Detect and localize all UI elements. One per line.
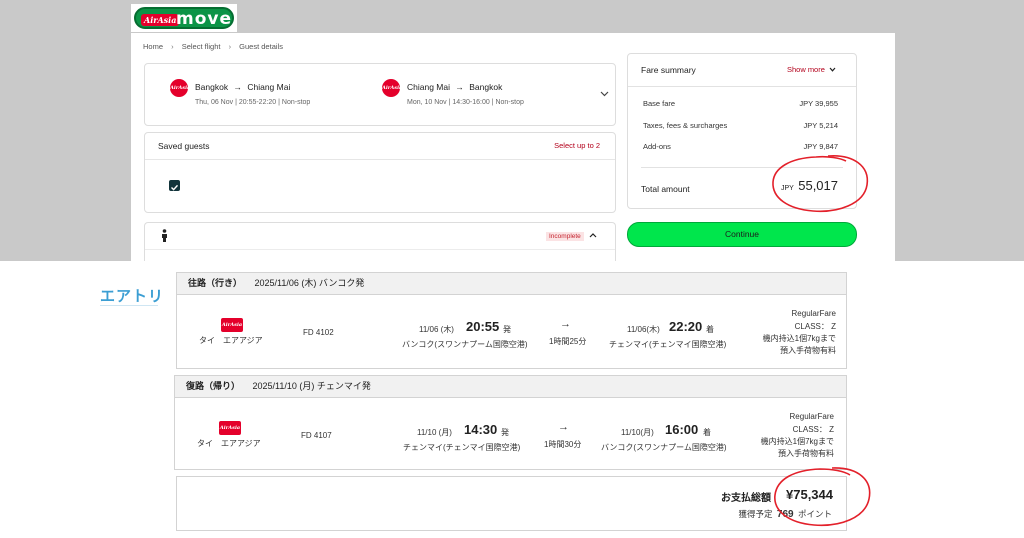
airline-name: タイ エアアジア (199, 336, 263, 345)
airasia-move-screenshot: AirAsia move Home › Select flight › Gues… (0, 0, 1024, 261)
carry-on-allowance: 機内持込1個7kgまで (762, 334, 836, 343)
airasia-logo-icon: AirAsia (221, 318, 243, 332)
outbound-details: Thu, 06 Nov | 20:55-22:20 | Non-stop (195, 99, 311, 106)
divider (628, 86, 856, 87)
carry-on-allowance: 機内持込1個7kgまで (760, 437, 834, 446)
arrival-airport: バンコク(スワンナプーム国際空港) (601, 443, 727, 452)
checkmark-icon (171, 184, 179, 191)
flight-number: FD 4107 (301, 431, 332, 440)
divider (145, 249, 615, 250)
base-fare-value: JPY 39,955 (799, 99, 838, 108)
arrival-time: 16:00 (665, 422, 699, 437)
chevron-right-icon: › (171, 42, 174, 51)
red-annotation-circle (772, 155, 869, 213)
show-more-label: Show more (786, 65, 825, 74)
saved-guests-card: Saved guests Select up to 2 (144, 132, 616, 213)
arrow-right-icon: → (560, 318, 571, 330)
airasia-logo-badge: AirAsia (141, 14, 180, 26)
flight-duration: 1時間30分 (544, 440, 582, 449)
breadcrumb-select-flight[interactable]: Select flight (182, 42, 221, 51)
airline-name: タイ エアアジア (197, 439, 261, 448)
departure-suffix: 発 (501, 428, 509, 437)
move-wordmark: move (176, 9, 233, 29)
base-fare-label: Base fare (643, 99, 676, 108)
departure-date: 11/10 (月) (417, 428, 452, 437)
continue-button[interactable]: Continue (627, 222, 857, 247)
logo-underline (100, 305, 158, 306)
total-amount-label: Total amount (641, 184, 690, 194)
arrival-suffix: 着 (706, 325, 714, 334)
outbound-header: 往路（行き） 2025/11/06 (木) バンコク発 (176, 272, 847, 295)
flight-duration: 1時間25分 (549, 337, 587, 346)
fare-class: CLASS： Z (792, 425, 834, 434)
fare-summary-title: Fare summary (641, 65, 696, 75)
airtrip-logo[interactable]: エアトリ (100, 285, 164, 306)
fare-type: RegularFare (791, 309, 836, 318)
logo-pill: AirAsia move (134, 7, 234, 29)
breadcrumb-home[interactable]: Home (143, 42, 163, 51)
fare-class: CLASS： Z (794, 322, 836, 331)
airasia-logo-icon: AirAsia (219, 421, 241, 435)
red-annotation-circle (774, 467, 871, 527)
breadcrumb: Home › Select flight › Guest details (143, 42, 289, 51)
guest-checkbox[interactable] (169, 180, 180, 191)
outbound-header-date: 2025/11/06 (木) バンコク発 (254, 278, 365, 288)
show-more-link[interactable]: Show more (787, 65, 836, 74)
chevron-down-icon[interactable] (600, 91, 609, 97)
add-ons-value: JPY 9,847 (803, 142, 838, 151)
taxes-label: Taxes, fees & surcharges (643, 121, 728, 130)
departure-airport: バンコク(スワンナプーム国際空港) (402, 340, 528, 349)
incomplete-badge: Incomplete (546, 232, 584, 241)
return-origin: Chiang Mai (407, 82, 450, 92)
payment-total-box: お支払総額 ¥75,344 獲得予定 769 ポイント (176, 476, 847, 531)
person-icon (162, 229, 167, 242)
return-route: Chiang Mai → Bangkok (407, 82, 502, 92)
arrival-date: 11/06(木) (627, 325, 660, 334)
departure-time: 14:30 (464, 422, 498, 437)
return-header: 復路（帰り） 2025/11/10 (月) チェンマイ発 (174, 375, 847, 398)
return-direction: 復路（帰り） (186, 381, 241, 391)
flight-number: FD 4102 (303, 328, 334, 337)
outbound-direction: 往路（行き） (188, 278, 243, 288)
outbound-flight-row: AirAsia タイ エアアジア FD 4102 11/06 (木) 20:55… (176, 295, 847, 369)
arrow-right-icon: → (455, 82, 464, 92)
divider (145, 159, 615, 160)
departure-airport: チェンマイ(チェンマイ国際空港) (403, 443, 521, 452)
departure-date: 11/06 (木) (419, 325, 454, 334)
saved-guests-title: Saved guests (158, 141, 210, 151)
arrow-right-icon: → (233, 82, 242, 92)
flight-summary-card[interactable]: AirAsia Bangkok → Chiang Mai Thu, 06 Nov… (144, 63, 616, 126)
departure-suffix: 発 (503, 325, 511, 334)
arrival-time: 22:20 (669, 319, 703, 334)
airasia-logo-icon: AirAsia (170, 79, 190, 97)
return-flight-row: AirAsia タイ エアアジア FD 4107 11/10 (月) 14:30… (174, 398, 847, 470)
outbound-origin: Bangkok (195, 82, 229, 92)
return-destination: Bangkok (469, 82, 503, 92)
return-details: Mon, 10 Nov | 14:30-16:00 | Non-stop (407, 99, 524, 106)
chevron-down-icon (829, 67, 836, 72)
checked-baggage: 預入手荷物有料 (778, 449, 834, 458)
breadcrumb-guest-details: Guest details (239, 42, 283, 51)
taxes-value: JPY 5,214 (803, 121, 838, 130)
chevron-right-icon: › (228, 42, 232, 51)
arrow-right-icon: → (558, 421, 569, 433)
guest-details-card[interactable]: Incomplete (144, 222, 616, 261)
arrival-date: 11/10(月) (621, 428, 654, 437)
arrival-airport: チェンマイ(チェンマイ国際空港) (609, 340, 727, 349)
points-prefix: 獲得予定 (738, 509, 773, 519)
return-header-date: 2025/11/10 (月) チェンマイ発 (252, 381, 371, 391)
select-up-to-label: Select up to 2 (554, 141, 600, 150)
checked-baggage: 預入手荷物有料 (780, 346, 836, 355)
outbound-route: Bangkok → Chiang Mai (195, 82, 290, 92)
fare-type: RegularFare (789, 412, 834, 421)
airasia-logo-icon: AirAsia (382, 79, 402, 97)
total-payment-label: お支払総額 (721, 493, 771, 504)
airasia-move-logo[interactable]: AirAsia move (131, 4, 237, 32)
departure-time: 20:55 (466, 319, 500, 334)
add-ons-label: Add-ons (643, 142, 671, 151)
outbound-destination: Chiang Mai (247, 82, 291, 92)
chevron-up-icon[interactable] (589, 233, 597, 238)
arrival-suffix: 着 (703, 428, 711, 437)
